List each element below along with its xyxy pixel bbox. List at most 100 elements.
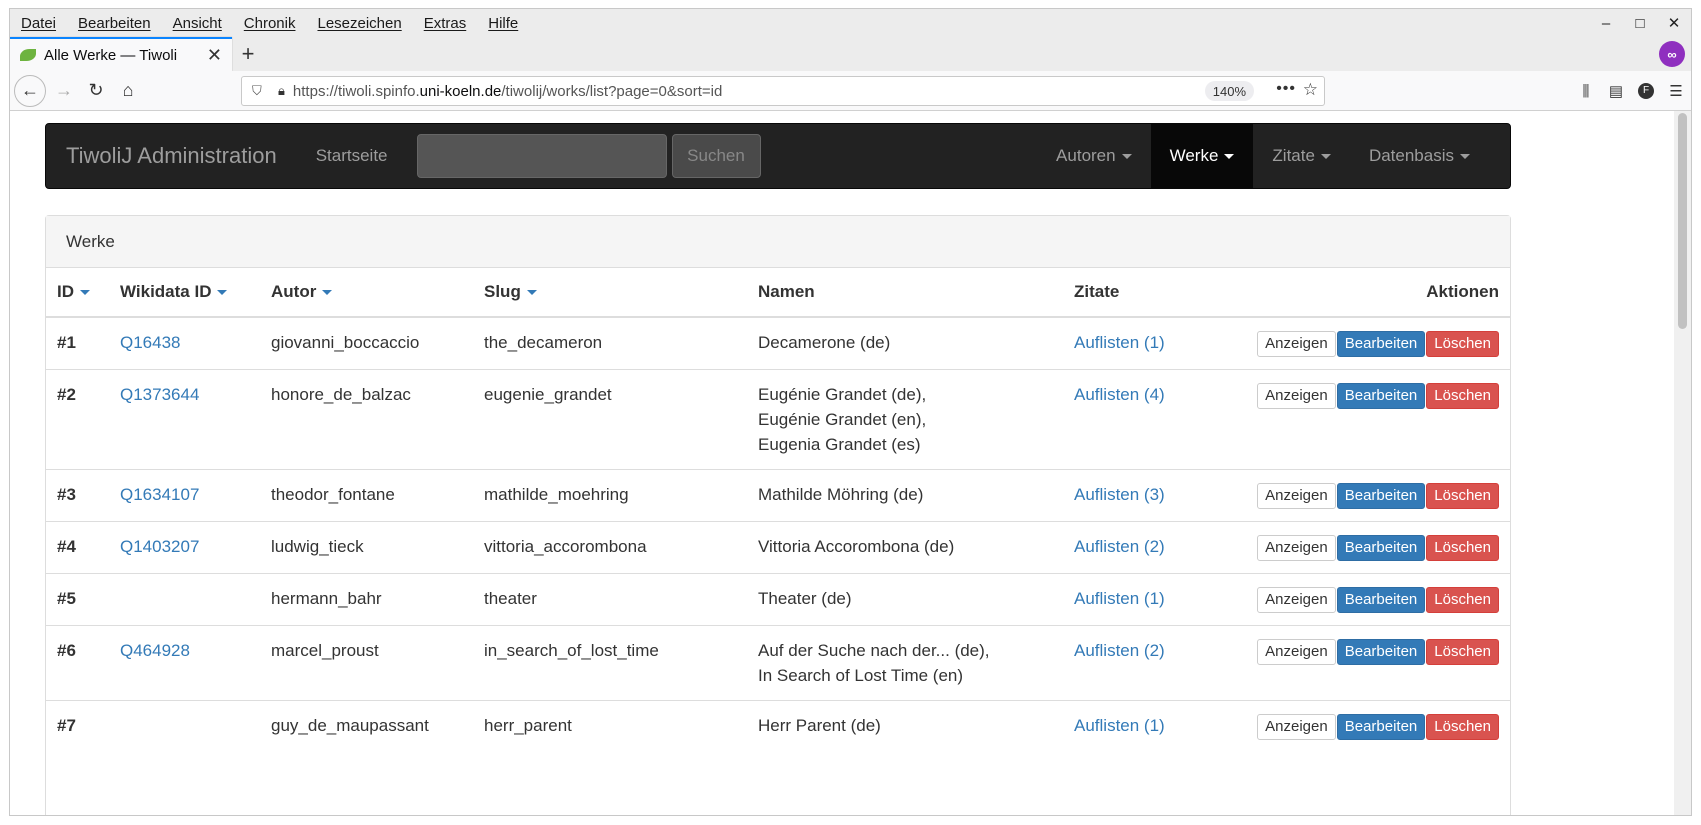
wikidata-link[interactable]: Q1634107 — [120, 485, 199, 504]
app-navbar: TiwoliJ Administration Startseite Suchen… — [45, 123, 1511, 189]
app-brand[interactable]: TiwoliJ Administration — [46, 143, 297, 169]
profile-icon[interactable]: F — [1638, 83, 1654, 99]
table-row: #3 Q1634107 theodor_fontane mathilde_moehri… — [46, 469, 1510, 522]
lock-icon[interactable]: 🔒︎ — [278, 83, 285, 99]
bookmark-star-icon[interactable]: ☆ — [1303, 80, 1318, 100]
works-table: ID Wikidata ID Autor Slug Namen Zitate A… — [46, 268, 1510, 752]
home-icon[interactable]: ⌂ — [112, 75, 144, 107]
delete-button[interactable]: Löschen — [1426, 714, 1499, 740]
delete-button[interactable]: Löschen — [1426, 535, 1499, 561]
col-id[interactable]: ID — [46, 268, 109, 318]
tab-title: Alle Werke — Tiwoli — [44, 46, 178, 64]
nav-datenbasis-label: Datenbasis — [1368, 146, 1454, 165]
cell-wikidata: Q1634107 — [109, 469, 260, 522]
nav-werke[interactable]: Werke — [1150, 124, 1254, 188]
edit-button[interactable]: Bearbeiten — [1336, 331, 1426, 357]
zitate-link[interactable]: Auflisten (3) — [1074, 485, 1165, 504]
vertical-scrollbar[interactable] — [1674, 111, 1691, 815]
cell-actions: Anzeigen Bearbeiten Löschen — [1243, 573, 1510, 626]
forward-arrow-icon[interactable]: → — [48, 75, 80, 107]
edit-button[interactable]: Bearbeiten — [1336, 639, 1426, 665]
hamburger-menu-icon[interactable]: ☰ — [1661, 82, 1691, 100]
show-button[interactable]: Anzeigen — [1257, 483, 1336, 509]
works-panel: Werke ID Wikidata ID Autor Slug Namen Zi… — [45, 215, 1511, 815]
zitate-link[interactable]: Auflisten (2) — [1074, 537, 1165, 556]
table-row: #4 Q1403207 ludwig_tieck vittoria_accorombo… — [46, 521, 1510, 574]
menu-ansicht[interactable]: Ansicht — [162, 15, 233, 32]
name-line: Theater (de) — [758, 589, 852, 608]
cell-autor: honore_de_balzac — [260, 369, 473, 470]
show-button[interactable]: Anzeigen — [1257, 587, 1336, 613]
col-autor[interactable]: Autor — [260, 268, 473, 318]
menu-datei[interactable]: Datei — [10, 15, 67, 32]
new-tab-button[interactable]: + — [232, 37, 264, 71]
library-icon[interactable]: ⫼ — [1571, 83, 1601, 100]
cell-zitate: Auflisten (4) — [1063, 369, 1243, 470]
maximize-button[interactable]: □ — [1623, 15, 1657, 32]
zitate-link[interactable]: Auflisten (1) — [1074, 716, 1165, 735]
table-row: #1 Q16438 giovanni_boccaccio the_decameron D… — [46, 316, 1510, 370]
close-window-button[interactable]: ✕ — [1657, 14, 1691, 32]
zitate-link[interactable]: Auflisten (1) — [1074, 333, 1165, 352]
reload-icon[interactable]: ↻ — [80, 75, 112, 107]
delete-button[interactable]: Löschen — [1426, 331, 1499, 357]
col-wikidata[interactable]: Wikidata ID — [109, 268, 260, 318]
tab-alle-werke[interactable]: Alle Werke — Tiwoli ✕ — [10, 37, 232, 71]
back-arrow-icon[interactable]: ← — [14, 74, 46, 107]
zitate-link[interactable]: Auflisten (1) — [1074, 589, 1165, 608]
table-header-row: ID Wikidata ID Autor Slug Namen Zitate A… — [46, 268, 1510, 318]
nav-datenbasis[interactable]: Datenbasis — [1350, 124, 1510, 188]
nav-startseite[interactable]: Startseite — [297, 124, 407, 188]
edit-button[interactable]: Bearbeiten — [1336, 587, 1426, 613]
search-button[interactable]: Suchen — [671, 134, 761, 178]
delete-button[interactable]: Löschen — [1426, 383, 1499, 409]
delete-button[interactable]: Löschen — [1426, 587, 1499, 613]
menu-bearbeiten[interactable]: Bearbeiten — [67, 15, 162, 32]
edit-button[interactable]: Bearbeiten — [1336, 535, 1426, 561]
sort-caret-icon — [526, 290, 537, 296]
nav-zitate[interactable]: Zitate — [1253, 124, 1350, 188]
show-button[interactable]: Anzeigen — [1257, 535, 1336, 561]
menu-chronik[interactable]: Chronik — [233, 15, 307, 32]
show-button[interactable]: Anzeigen — [1257, 383, 1336, 409]
cell-id: #5 — [46, 573, 109, 626]
zitate-link[interactable]: Auflisten (4) — [1074, 385, 1165, 404]
name-line: Eugénie Grandet (de), — [758, 385, 927, 404]
name-line: Eugénie Grandet (en), — [758, 410, 927, 429]
cell-autor: guy_de_maupassant — [260, 700, 473, 752]
zoom-indicator[interactable]: 140% — [1204, 81, 1254, 101]
edit-button[interactable]: Bearbeiten — [1336, 714, 1426, 740]
name-line: Decamerone (de) — [758, 333, 891, 352]
wikidata-link[interactable]: Q1373644 — [120, 385, 199, 404]
delete-button[interactable]: Löschen — [1426, 639, 1499, 665]
wikidata-link[interactable]: Q1403207 — [120, 537, 199, 556]
page-actions-more-icon[interactable]: ••• — [1276, 80, 1296, 98]
nav-autoren-label: Autoren — [1056, 146, 1116, 165]
wikidata-link[interactable]: Q16438 — [120, 333, 181, 352]
cell-namen: Vittoria Accorombona (de) — [747, 521, 1063, 574]
col-aktionen: Aktionen — [1243, 268, 1510, 318]
caret-down-icon — [1121, 153, 1132, 159]
wikidata-link[interactable]: Q464928 — [120, 641, 190, 660]
private-browsing-mask-icon[interactable]: ∞ — [1659, 41, 1685, 67]
edit-button[interactable]: Bearbeiten — [1336, 383, 1426, 409]
col-slug[interactable]: Slug — [473, 268, 747, 318]
show-button[interactable]: Anzeigen — [1257, 714, 1336, 740]
sidebar-icon[interactable]: ▤ — [1601, 82, 1631, 100]
scrollbar-thumb[interactable] — [1678, 113, 1687, 329]
minimize-button[interactable]: – — [1589, 15, 1623, 32]
shield-icon[interactable]: ⛉ — [252, 83, 266, 99]
menu-extras[interactable]: Extras — [413, 15, 478, 32]
nav-autoren[interactable]: Autoren — [1037, 124, 1151, 188]
url-bar[interactable]: ⛉ 🔒︎ https://tiwoli.spinfo. uni-koeln.de /… — [241, 76, 1325, 106]
search-input[interactable] — [416, 134, 667, 178]
tab-close-icon[interactable]: ✕ — [207, 45, 222, 66]
menu-lesezeichen[interactable]: Lesezeichen — [306, 15, 412, 32]
delete-button[interactable]: Löschen — [1426, 483, 1499, 509]
menu-hilfe[interactable]: Hilfe — [477, 15, 529, 32]
navigation-toolbar: ← → ↻ ⌂ ⛉ 🔒︎ https://tiwoli.spinfo. uni-k… — [10, 71, 1691, 111]
zitate-link[interactable]: Auflisten (2) — [1074, 641, 1165, 660]
show-button[interactable]: Anzeigen — [1257, 331, 1336, 357]
show-button[interactable]: Anzeigen — [1257, 639, 1336, 665]
edit-button[interactable]: Bearbeiten — [1336, 483, 1426, 509]
